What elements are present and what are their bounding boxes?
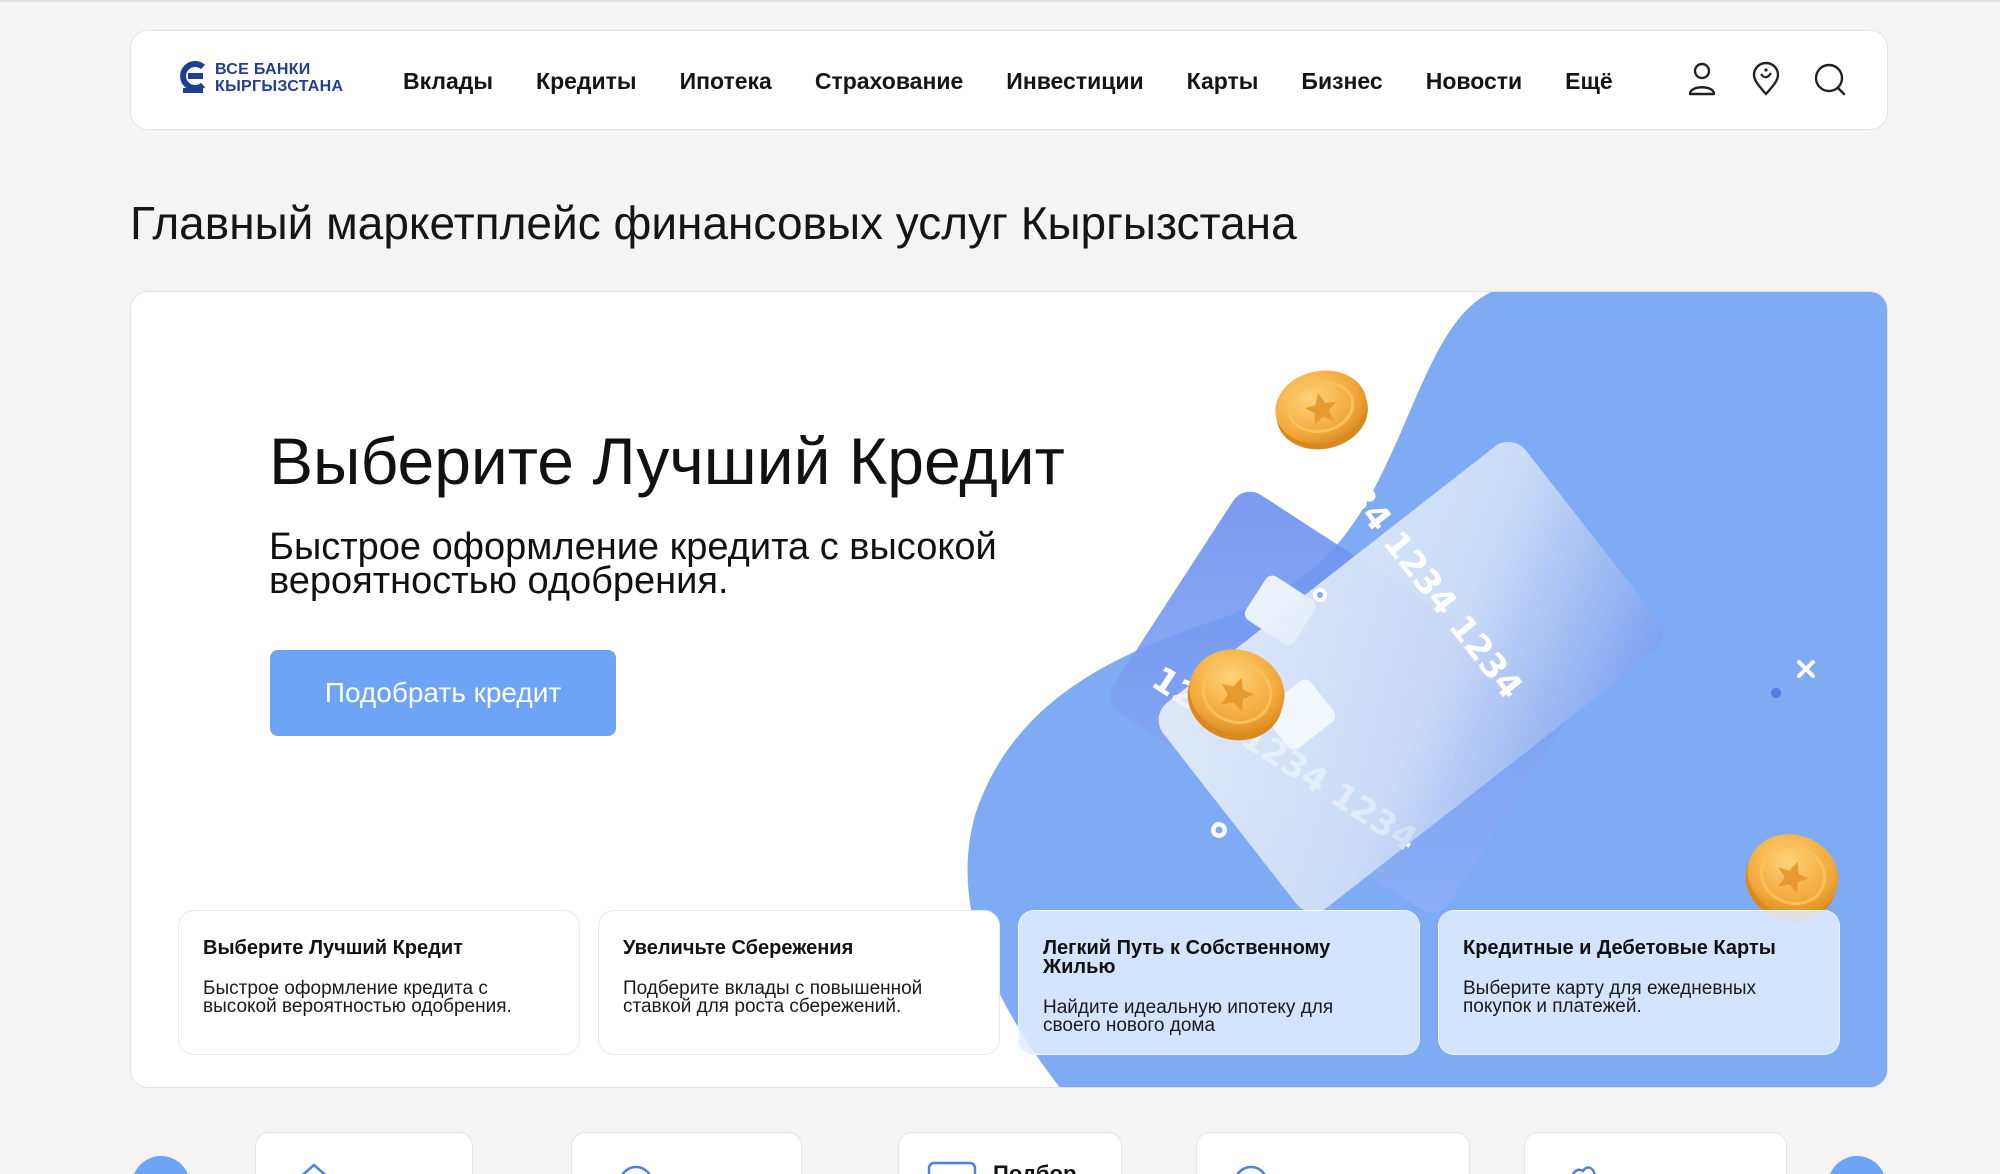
logo[interactable]: ВСЕ БАНКИ КЫРГЫЗСТАНА [179,61,343,95]
category-card[interactable]: Подбор [898,1132,1122,1174]
main-nav: Вклады Кредиты Ипотека Страхование Инвес… [403,31,1656,131]
nav-item-cards[interactable]: Карты [1187,68,1259,95]
nav-item-deposits[interactable]: Вклады [403,68,493,95]
logo-text: ВСЕ БАНКИ КЫРГЫЗСТАНА [215,61,343,95]
nav-item-credits[interactable]: Кредиты [536,68,637,95]
nav-item-investments[interactable]: Инвестиции [1006,68,1143,95]
pick-credit-button[interactable]: Подобрать кредит [270,650,616,736]
feature-card-title: Легкий Путь к Собственному Жилью [1043,937,1331,978]
feature-card-title: Кредитные и Дебетовые Карты [1463,937,1776,959]
hero-banner: 1234 1234 1234 1234 1234 1234 [130,291,1888,1088]
carousel-prev-button[interactable] [132,1156,190,1174]
category-card[interactable] [1196,1132,1470,1174]
feature-card-desc: Найдите идеальную ипотеку для своего нов… [1043,997,1334,1036]
logo-line-2: КЫРГЫЗСТАНА [215,78,344,95]
logo-line-1: ВСЕ БАНКИ [215,61,311,78]
savings-icon [621,1165,651,1174]
feature-card-desc: Выберите карту для ежедневных покупок и … [1463,978,1757,1017]
feature-cards: Выберите Лучший Кредит Быстрое оформлени… [178,910,1840,1055]
location-pin-icon[interactable] [1749,59,1783,99]
feature-card-mortgage[interactable]: Легкий Путь к Собственному Жилью Найдите… [1018,910,1420,1055]
feature-card-desc: Подберите вклады с повышенной ставкой дл… [623,978,923,1017]
category-card[interactable] [1524,1132,1787,1174]
hero-subtitle: Быстрое оформление кредита с высокой вер… [269,526,997,602]
nav-item-business[interactable]: Бизнес [1301,68,1382,95]
card-icon [927,1161,977,1174]
category-card[interactable] [255,1132,473,1174]
category-card[interactable] [571,1132,802,1174]
nav-item-mortgage[interactable]: Ипотека [680,68,772,95]
coin-top [1275,370,1368,450]
header-icons [1685,59,1847,99]
categories-carousel: Подбор [0,1132,2000,1174]
feature-card-title: Увеличьте Сбережения [623,937,854,959]
feature-card-savings[interactable]: Увеличьте Сбережения Подберите вклады с … [598,910,1000,1055]
site-header: ВСЕ БАНКИ КЫРГЫЗСТАНА Вклады Кредиты Ипо… [130,30,1888,130]
nav-item-news[interactable]: Новости [1426,68,1522,95]
hand-icon [1571,1166,1596,1174]
insurance-icon [1236,1165,1266,1174]
category-card-label: Подбор [993,1161,1077,1174]
feature-card-desc: Быстрое оформление кредита с высокой вер… [203,978,512,1017]
nav-item-insurance[interactable]: Страхование [815,68,963,95]
feature-card-cards[interactable]: Кредитные и Дебетовые Карты Выберите кар… [1438,910,1840,1055]
home-icon [301,1163,327,1174]
feature-card-credit[interactable]: Выберите Лучший Кредит Быстрое оформлени… [178,910,580,1055]
top-border [0,0,2000,2]
logo-icon [179,61,207,95]
carousel-next-button[interactable] [1828,1156,1886,1174]
user-icon[interactable] [1685,59,1719,99]
hero-title: Выберите Лучший Кредит [269,424,1065,498]
feature-card-title: Выберите Лучший Кредит [203,937,463,959]
search-icon[interactable] [1813,59,1847,99]
nav-item-more[interactable]: Ещё [1565,68,1613,95]
page-title: Главный маркетплейс финансовых услуг Кыр… [130,197,1297,249]
